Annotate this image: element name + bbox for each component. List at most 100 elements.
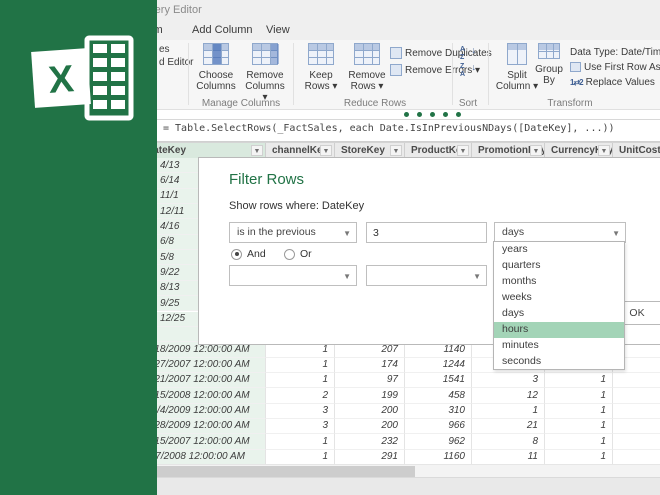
cell-datekey[interactable]: 2/15/2007 12:00:00 AM xyxy=(140,434,266,449)
column-header-channelkey[interactable]: channelKey▼ xyxy=(266,143,335,158)
cell-storekey[interactable]: 291 xyxy=(335,450,405,465)
cell-unitcost[interactable] xyxy=(613,434,660,449)
unit-option-weeks[interactable]: weeks xyxy=(494,290,624,306)
cell-channelkey[interactable]: 1 xyxy=(266,373,335,388)
cell-unitcost[interactable] xyxy=(613,388,660,403)
cell-currencykey[interactable]: 1 xyxy=(545,388,613,403)
replace-values-button[interactable]: 1⇄2 Replace Values xyxy=(570,75,655,89)
cell-unitcost[interactable] xyxy=(613,373,660,388)
filter-dropdown-icon[interactable]: ▼ xyxy=(251,145,263,156)
cell-channelkey[interactable]: 2 xyxy=(266,388,335,403)
cell-datekey[interactable]: 6/27/2007 12:00:00 AM xyxy=(140,358,266,373)
value-combo-2[interactable]: ▼ xyxy=(366,265,487,286)
cell-unitcost[interactable] xyxy=(613,450,660,465)
unit-option-years[interactable]: years xyxy=(494,242,624,258)
cell-currencykey[interactable]: 1 xyxy=(545,404,613,419)
cell-channelkey[interactable]: 1 xyxy=(266,450,335,465)
value-input[interactable] xyxy=(366,222,487,243)
filter-dropdown-icon[interactable]: ▼ xyxy=(390,145,402,156)
sort-descending-icon: ZA↓ xyxy=(460,63,476,78)
cell-unitcost[interactable] xyxy=(613,419,660,434)
cell-productkey[interactable]: 1160 xyxy=(405,450,472,465)
choose-columns-button[interactable]: Choose Columns xyxy=(193,43,239,97)
unit-option-quarters[interactable]: quarters xyxy=(494,258,624,274)
cell-storekey[interactable]: 199 xyxy=(335,388,405,403)
use-first-row-as-headers-button[interactable]: Use First Row As Headers ▾ xyxy=(570,60,660,74)
dot xyxy=(456,112,461,117)
cell-productkey[interactable]: 1541 xyxy=(405,373,472,388)
cell-storekey[interactable]: 200 xyxy=(335,404,405,419)
sort-descending-button[interactable]: ZA↓ xyxy=(460,63,476,77)
cell-productkey[interactable]: 458 xyxy=(405,388,472,403)
group-separator xyxy=(488,43,489,105)
cell-productkey[interactable]: 966 xyxy=(405,419,472,434)
cell-currencykey[interactable]: 1 xyxy=(545,419,613,434)
keep-rows-button[interactable]: Keep Rows ▾ xyxy=(298,43,344,97)
cell-promotionkey[interactable]: 8 xyxy=(472,434,545,449)
unit-combo[interactable]: days ▼ xyxy=(494,222,626,243)
cell-currencykey[interactable]: 1 xyxy=(545,373,613,388)
filter-dropdown-icon[interactable]: ▼ xyxy=(457,145,469,156)
cell-storekey[interactable]: 232 xyxy=(335,434,405,449)
cell-datekey[interactable]: 7/28/2009 12:00:00 AM xyxy=(140,419,266,434)
formula-input[interactable] xyxy=(163,123,657,134)
column-header-productkey[interactable]: ProductKey▼ xyxy=(405,143,472,158)
properties-label-partial[interactable]: es xyxy=(159,44,170,55)
remove-rows-button[interactable]: Remove Rows ▾ xyxy=(344,43,390,97)
cell-promotionkey[interactable]: 3 xyxy=(472,373,545,388)
cell-currencykey[interactable]: 1 xyxy=(545,450,613,465)
column-header-promotionkey[interactable]: PromotionKey▼ xyxy=(472,143,545,158)
sort-ascending-button[interactable]: AZ↓ xyxy=(460,46,476,60)
cell-promotionkey[interactable]: 21 xyxy=(472,419,545,434)
ribbon-page-dots xyxy=(404,112,461,118)
and-radio[interactable]: And xyxy=(231,248,266,260)
cell-productkey[interactable]: 1244 xyxy=(405,358,472,373)
cell-promotionkey[interactable]: 11 xyxy=(472,450,545,465)
unit-option-days[interactable]: days xyxy=(494,306,624,322)
cell-channelkey[interactable]: 1 xyxy=(266,434,335,449)
radio-unselected-icon xyxy=(284,249,295,260)
cell-channelkey[interactable]: 1 xyxy=(266,358,335,373)
unit-option-seconds[interactable]: seconds xyxy=(494,354,624,370)
cell-promotionkey[interactable]: 1 xyxy=(472,404,545,419)
column-header-storekey[interactable]: StoreKey▼ xyxy=(335,143,405,158)
excel-brand-panel: X xyxy=(0,0,157,495)
cell-datekey[interactable]: 10/4/2009 12:00:00 AM xyxy=(140,404,266,419)
operator-combo-2[interactable]: ▼ xyxy=(229,265,357,286)
tab-add-column[interactable]: Add Column xyxy=(192,24,253,36)
unit-option-months[interactable]: months xyxy=(494,274,624,290)
column-header-label: UnitCost xyxy=(619,145,660,156)
cell-productkey[interactable]: 310 xyxy=(405,404,472,419)
cell-productkey[interactable]: 962 xyxy=(405,434,472,449)
column-header-currencykey[interactable]: CurrencyKey▼ xyxy=(545,143,613,158)
unit-dropdown-list: yearsquartersmonthsweeksdayshoursminutes… xyxy=(493,241,625,370)
or-radio[interactable]: Or xyxy=(284,248,312,260)
tab-view[interactable]: View xyxy=(266,24,290,36)
cell-datekey[interactable]: 8/15/2008 12:00:00 AM xyxy=(140,388,266,403)
first-row-headers-icon xyxy=(570,62,581,72)
unit-option-minutes[interactable]: minutes xyxy=(494,338,624,354)
cell-promotionkey[interactable]: 12 xyxy=(472,388,545,403)
remove-duplicates-button[interactable]: Remove Duplicates xyxy=(390,46,492,60)
filter-dropdown-icon[interactable]: ▼ xyxy=(530,145,542,156)
remove-columns-button[interactable]: Remove Columns ▾ xyxy=(242,43,288,97)
cell-datekey[interactable]: 3/7/2008 12:00:00 AM xyxy=(140,450,266,465)
cell-channelkey[interactable]: 3 xyxy=(266,419,335,434)
column-header-unitcost[interactable]: UnitCost▼ xyxy=(613,143,660,158)
filter-dropdown-icon[interactable]: ▼ xyxy=(320,145,332,156)
cell-channelkey[interactable]: 3 xyxy=(266,404,335,419)
cell-currencykey[interactable]: 1 xyxy=(545,434,613,449)
cell-unitcost[interactable] xyxy=(613,404,660,419)
transform-group-label: Transform xyxy=(530,98,610,109)
cell-storekey[interactable]: 174 xyxy=(335,358,405,373)
operator-combo[interactable]: is in the previous ▼ xyxy=(229,222,357,243)
group-by-button[interactable]: Group By xyxy=(532,43,566,97)
unit-option-hours[interactable]: hours xyxy=(494,322,624,338)
cell-datekey[interactable]: 9/21/2007 12:00:00 AM xyxy=(140,373,266,388)
scrollbar-thumb[interactable] xyxy=(140,466,415,477)
cell-storekey[interactable]: 97 xyxy=(335,373,405,388)
filter-dropdown-icon[interactable]: ▼ xyxy=(598,145,610,156)
data-type-button[interactable]: Data Type: Date/Time ▾ xyxy=(570,45,660,59)
cell-storekey[interactable]: 200 xyxy=(335,419,405,434)
column-header-datekey[interactable]: DateKey▼ xyxy=(140,143,266,158)
